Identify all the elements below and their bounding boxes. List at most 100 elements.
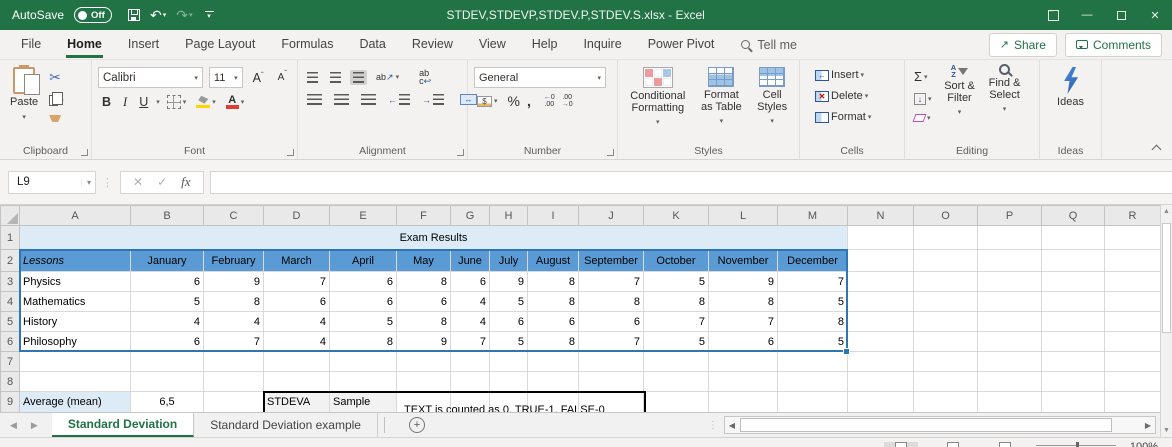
ribbon-display-options-icon[interactable] — [1036, 0, 1070, 30]
cell-M4[interactable]: 5 — [777, 291, 848, 312]
format-painter-button[interactable] — [46, 113, 67, 124]
align-right-button[interactable] — [358, 92, 379, 107]
row-header-3[interactable]: 3 — [0, 271, 20, 292]
cell-L2[interactable]: November — [708, 249, 778, 272]
bold-button[interactable]: B — [98, 94, 115, 110]
insert-cells-button[interactable]: ← Insert ▾ — [812, 67, 874, 83]
column-header-O[interactable]: O — [913, 205, 978, 226]
sheet-nav-left-icon[interactable]: ◀ — [10, 420, 17, 431]
cell-D2[interactable]: March — [263, 249, 330, 272]
cell-N4[interactable] — [847, 291, 914, 312]
sort-filter-button[interactable]: AZ Sort & Filter ▾ — [937, 64, 983, 119]
cell-P5[interactable] — [977, 311, 1042, 332]
cell-B4[interactable]: 5 — [130, 291, 204, 312]
cell-F8[interactable] — [396, 371, 451, 392]
cell-R7[interactable] — [1104, 351, 1160, 372]
row-header-4[interactable]: 4 — [0, 291, 20, 312]
cell-H9[interactable] — [489, 391, 528, 412]
cell-A4[interactable]: Mathematics — [19, 291, 131, 312]
cell-C8[interactable] — [203, 371, 264, 392]
font-color-button[interactable]: A ▾ — [223, 93, 248, 111]
middle-align-button[interactable] — [327, 70, 344, 85]
tab-review[interactable]: Review — [399, 30, 466, 59]
cell-I8[interactable] — [527, 371, 579, 392]
cell-Q8[interactable] — [1041, 371, 1105, 392]
cell-R3[interactable] — [1104, 271, 1160, 292]
tab-help[interactable]: Help — [519, 30, 571, 59]
cell-F5[interactable]: 8 — [396, 311, 451, 332]
cell-C6[interactable]: 7 — [203, 331, 264, 352]
cell-F7[interactable] — [396, 351, 451, 372]
cell-J8[interactable] — [578, 371, 644, 392]
cell-styles-button[interactable]: Cell Styles ▾ — [749, 64, 795, 131]
cell-O6[interactable] — [913, 331, 978, 352]
tab-formulas[interactable]: Formulas — [268, 30, 346, 59]
font-size-select[interactable]: 11 ▾ — [208, 67, 243, 88]
maximize-button[interactable] — [1104, 0, 1138, 30]
comma-style-button[interactable]: , — [527, 93, 531, 109]
cell-I6[interactable]: 8 — [527, 331, 579, 352]
cell-H8[interactable] — [489, 371, 528, 392]
cell-F4[interactable]: 6 — [396, 291, 451, 312]
cell-L9[interactable] — [708, 391, 778, 412]
cell-L7[interactable] — [708, 351, 778, 372]
clipboard-dialog-launcher-icon[interactable] — [81, 149, 88, 156]
autosave-toggle[interactable]: Off — [74, 7, 113, 23]
paste-button[interactable]: Paste ▾ — [4, 64, 44, 127]
cell-M7[interactable] — [777, 351, 848, 372]
zoom-level[interactable]: 100% — [1130, 441, 1158, 447]
cell-P8[interactable] — [977, 371, 1042, 392]
cell-R9[interactable] — [1104, 391, 1160, 412]
orientation-button[interactable]: ab↗ ▾ — [373, 71, 402, 83]
sheet-tab-standard-deviation[interactable]: Standard Deviation — [51, 413, 195, 437]
font-family-select[interactable]: Calibri ▾ — [98, 67, 203, 88]
cell-P2[interactable] — [977, 249, 1042, 272]
cell-E5[interactable]: 5 — [329, 311, 397, 332]
cell-O3[interactable] — [913, 271, 978, 292]
cell-I5[interactable]: 6 — [527, 311, 579, 332]
horizontal-scrollbar[interactable]: ◀ ▶ — [724, 416, 1156, 434]
cell-E2[interactable]: April — [329, 249, 397, 272]
page-layout-view-button[interactable] — [936, 442, 970, 447]
number-dialog-launcher-icon[interactable] — [607, 149, 614, 156]
cell-N9[interactable] — [847, 391, 914, 412]
save-icon[interactable] — [128, 9, 141, 21]
cell-G7[interactable] — [450, 351, 490, 372]
collapse-ribbon-icon[interactable] — [1151, 144, 1162, 155]
cell-G4[interactable]: 4 — [450, 291, 490, 312]
cell-R1[interactable] — [1104, 225, 1160, 250]
cell-J5[interactable]: 6 — [578, 311, 644, 332]
horizontal-scroll-thumb[interactable] — [740, 418, 1112, 432]
cell-K3[interactable]: 5 — [643, 271, 709, 292]
cell-Q6[interactable] — [1041, 331, 1105, 352]
column-header-K[interactable]: K — [643, 205, 709, 226]
cell-P3[interactable] — [977, 271, 1042, 292]
page-break-view-button[interactable] — [988, 442, 1022, 447]
cell-R4[interactable] — [1104, 291, 1160, 312]
cell-Q7[interactable] — [1041, 351, 1105, 372]
close-button[interactable]: ✕ — [1138, 0, 1172, 30]
cell-E6[interactable]: 8 — [329, 331, 397, 352]
cell-H4[interactable]: 5 — [489, 291, 528, 312]
cell-G5[interactable]: 4 — [450, 311, 490, 332]
cell-N1[interactable] — [847, 225, 914, 250]
cell-G9[interactable] — [450, 391, 490, 412]
cell-L6[interactable]: 6 — [708, 331, 778, 352]
cell-Q1[interactable] — [1041, 225, 1105, 250]
row-header-2[interactable]: 2 — [0, 249, 20, 272]
new-sheet-button[interactable]: + — [408, 417, 425, 433]
tell-me-search[interactable]: Tell me — [741, 30, 797, 59]
fill-color-button[interactable]: ▾ — [193, 94, 219, 111]
delete-cells-button[interactable]: ✕ Delete ▾ — [812, 88, 874, 104]
cell-C9[interactable] — [203, 391, 264, 412]
cell-N6[interactable] — [847, 331, 914, 352]
scroll-up-icon[interactable]: ▲ — [1163, 208, 1170, 215]
cell-K7[interactable] — [643, 351, 709, 372]
increase-indent-button[interactable]: → — [419, 92, 447, 107]
underline-options-icon[interactable]: ▾ — [156, 98, 160, 106]
cell-F2[interactable]: May — [396, 249, 451, 272]
formula-input[interactable] — [209, 170, 1172, 194]
bottom-align-button[interactable] — [350, 69, 367, 85]
column-header-N[interactable]: N — [847, 205, 914, 226]
cell-I2[interactable]: August — [527, 249, 579, 272]
